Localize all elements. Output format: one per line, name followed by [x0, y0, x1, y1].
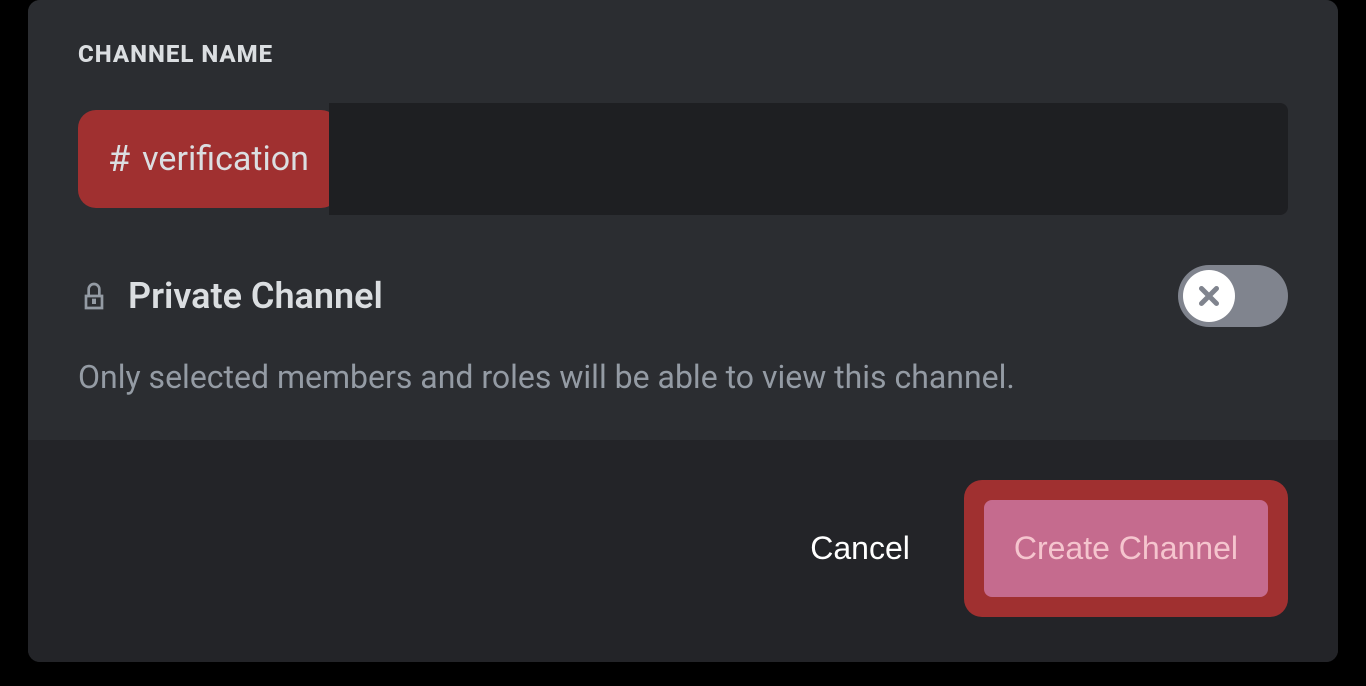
cancel-button[interactable]: Cancel: [786, 518, 934, 579]
lock-icon: [78, 278, 110, 314]
create-channel-modal: CHANNEL NAME # verification Private Chan…: [28, 0, 1338, 662]
create-button-highlight: Create Channel: [964, 480, 1288, 617]
channel-name-value[interactable]: verification: [142, 139, 309, 179]
hash-icon: #: [108, 138, 130, 180]
channel-name-highlight: # verification: [78, 110, 339, 208]
channel-name-label: CHANNEL NAME: [78, 40, 1288, 68]
private-channel-header: Private Channel: [78, 265, 1288, 327]
create-channel-button[interactable]: Create Channel: [984, 500, 1268, 597]
modal-body: CHANNEL NAME # verification Private Chan…: [28, 0, 1338, 440]
private-channel-toggle[interactable]: [1178, 265, 1288, 327]
channel-name-input-row: # verification: [78, 103, 1288, 215]
toggle-knob: [1183, 270, 1235, 322]
close-icon: [1194, 281, 1224, 311]
private-channel-section: Private Channel Only selected members an…: [78, 265, 1288, 400]
channel-name-input[interactable]: [329, 103, 1288, 215]
private-channel-label-group: Private Channel: [78, 275, 383, 317]
private-channel-description: Only selected members and roles will be …: [78, 355, 1288, 400]
modal-footer: Cancel Create Channel: [28, 440, 1338, 662]
private-channel-label: Private Channel: [128, 275, 383, 317]
